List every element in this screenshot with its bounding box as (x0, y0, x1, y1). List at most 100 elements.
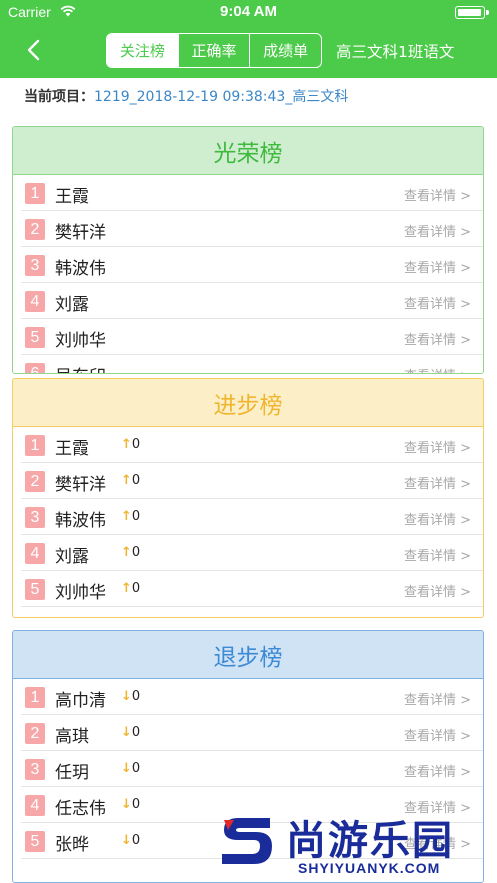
rank-badge: 5 (25, 327, 45, 348)
rank-badge: 2 (25, 471, 45, 492)
rank-badge: 5 (25, 831, 45, 852)
rank-change: ↑0 (121, 473, 140, 488)
view-detail-link[interactable]: 查看详情 > (404, 257, 471, 276)
view-detail-link[interactable]: 查看详情 > (404, 437, 471, 456)
list-item[interactable]: 1 高巾清 ↓0 查看详情 > (21, 679, 483, 715)
arrow-down-icon: ↓ (121, 833, 132, 848)
list-item[interactable]: 5 刘帅华 ↑0 查看详情 > (21, 571, 483, 607)
view-detail-link[interactable]: 查看详情 > (404, 689, 471, 708)
student-name: 韩波伟 (55, 259, 106, 279)
watermark-text: 尚游乐园 (286, 818, 454, 864)
rank-change: ↓0 (121, 761, 140, 776)
view-detail-link[interactable]: 查看详情 > (404, 509, 471, 528)
progress-board-panel: 进步榜 1 王霞 ↑0 查看详情 > 2 樊轩洋 ↑0 查看详情 > 3 韩波伟 ↑0 查看详情 … (12, 378, 484, 618)
rank-badge: 1 (25, 687, 45, 708)
rank-change: ↓0 (121, 833, 140, 848)
arrow-up-icon: ↑ (121, 581, 132, 596)
list-item[interactable]: 3 任玥 ↓0 查看详情 > (21, 751, 483, 787)
honor-board-panel: 光荣榜 1 王霞 查看详情 > 2 樊轩洋 查看详情 > 3 韩波伟 查看详情 > 4 刘露查… (12, 126, 484, 374)
list-item[interactable]: 4 刘露 查看详情 > (21, 283, 483, 319)
watermark-logo-icon (222, 818, 272, 864)
student-name: 樊轩洋 (55, 475, 106, 495)
student-name: 吴东印 (55, 362, 106, 373)
project-value: 1219_2018-12-19 09:38:43_高三文科 (94, 89, 349, 105)
rank-badge: 3 (25, 255, 45, 276)
segment-follow-board[interactable]: 关注榜 (107, 34, 178, 67)
arrow-down-icon: ↓ (121, 689, 132, 704)
rank-change-value: 0 (131, 725, 141, 740)
list-item[interactable]: 1 王霞 查看详情 > (21, 175, 483, 211)
rank-change: ↑0 (121, 437, 140, 452)
status-time: 9:04 AM (220, 3, 277, 20)
rank-change-value: 0 (131, 689, 141, 704)
segment-report-card[interactable]: 成绩单 (249, 34, 321, 67)
rank-badge: 6 (25, 363, 45, 373)
honor-board-list: 1 王霞 查看详情 > 2 樊轩洋 查看详情 > 3 韩波伟 查看详情 > 4 刘露 查看详情 … (13, 175, 483, 373)
rank-badge: 4 (25, 291, 45, 312)
rank-badge: 4 (25, 543, 45, 564)
honor-board-title: 光荣榜 (13, 127, 483, 175)
progress-board-title: 进步榜 (13, 379, 483, 427)
view-detail-link[interactable]: 查看详情 > (404, 293, 471, 312)
student-name: 王霞 (55, 187, 89, 207)
project-label: 当前项目： (24, 89, 94, 105)
rank-badge: 1 (25, 183, 45, 204)
rank-badge: 2 (25, 219, 45, 240)
rank-change-value: 0 (131, 797, 141, 812)
progress-board-list: 1 王霞 ↑0 查看详情 > 2 樊轩洋 ↑0 查看详情 > 3 韩波伟 ↑0 查看详情 > 4刘… (13, 427, 483, 607)
student-name: 张晔 (55, 835, 89, 855)
arrow-down-icon: ↓ (121, 797, 132, 812)
watermark-domain: SHYIYUANYK.COM (298, 860, 441, 876)
student-name: 高琪 (55, 727, 89, 747)
arrow-up-icon: ↑ (121, 437, 132, 452)
rank-change: ↑0 (121, 581, 140, 596)
arrow-up-icon: ↑ (121, 473, 132, 488)
list-item[interactable]: 5 刘帅华 查看详情 > (21, 319, 483, 355)
student-name: 王霞 (55, 439, 89, 459)
rank-badge: 3 (25, 507, 45, 528)
view-detail-link[interactable]: 查看详情 > (404, 581, 471, 600)
rank-badge: 2 (25, 723, 45, 744)
rank-change: ↓0 (121, 689, 140, 704)
top-bar: Carrier 9:04 AM 关注榜 正确率 成绩单 高三文科1班语文 (0, 0, 497, 78)
rank-change-value: 0 (131, 833, 141, 848)
rank-badge: 5 (25, 579, 45, 600)
back-chevron-icon[interactable] (24, 38, 46, 62)
rank-change-value: 0 (131, 473, 141, 488)
student-name: 樊轩洋 (55, 223, 106, 243)
view-detail-link[interactable]: 查看详情 > (404, 545, 471, 564)
arrow-up-icon: ↑ (121, 509, 132, 524)
list-item[interactable]: 2 樊轩洋 ↑0 查看详情 > (21, 463, 483, 499)
student-name: 刘露 (55, 295, 89, 315)
rank-change-value: 0 (131, 761, 141, 776)
rank-change-value: 0 (131, 581, 141, 596)
list-item[interactable]: 2 樊轩洋 查看详情 > (21, 211, 483, 247)
view-detail-link[interactable]: 查看详情 > (404, 473, 471, 492)
student-name: 刘露 (55, 547, 89, 567)
class-title: 高三文科1班语文 (336, 43, 455, 61)
board-segmented-control: 关注榜 正确率 成绩单 (106, 33, 322, 68)
view-detail-link[interactable]: 查看详情 > (404, 761, 471, 780)
list-item[interactable]: 4 刘露 ↑0 查看详情 > (21, 535, 483, 571)
student-name: 刘帅华 (55, 583, 106, 603)
list-item[interactable]: 1 王霞 ↑0 查看详情 > (21, 427, 483, 463)
list-item[interactable]: 3 韩波伟 ↑0 查看详情 > (21, 499, 483, 535)
view-detail-link[interactable]: 查看详情 > (404, 725, 471, 744)
view-detail-link[interactable]: 查看详情 > (404, 365, 471, 373)
view-detail-link[interactable]: 查看详情 > (404, 221, 471, 240)
student-name: 任玥 (55, 763, 89, 783)
list-item[interactable]: 3 韩波伟 查看详情 > (21, 247, 483, 283)
list-item[interactable]: 6 吴东印 查看详情 > (21, 355, 483, 373)
rank-change: ↑0 (121, 545, 140, 560)
status-bar: Carrier 9:04 AM (0, 0, 497, 24)
rank-change-value: 0 (131, 509, 141, 524)
site-watermark: 尚游乐园 SHYIYUANYK.COM (218, 806, 497, 883)
list-item[interactable]: 2 高琪 ↓0 查看详情 > (21, 715, 483, 751)
rank-change-value: 0 (131, 437, 141, 452)
segment-accuracy[interactable]: 正确率 (177, 34, 250, 67)
view-detail-link[interactable]: 查看详情 > (404, 185, 471, 204)
arrow-down-icon: ↓ (121, 761, 132, 776)
view-detail-link[interactable]: 查看详情 > (404, 329, 471, 348)
rank-change-value: 0 (131, 545, 141, 560)
battery-icon (455, 6, 489, 19)
